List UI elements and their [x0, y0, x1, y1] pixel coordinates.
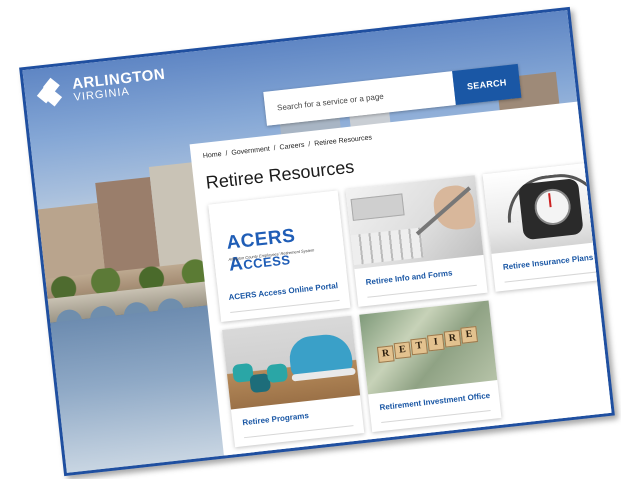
card-retiree-insurance-plans[interactable]: Retiree Insurance Plans	[482, 160, 615, 292]
search-button[interactable]: SEARCH	[452, 63, 522, 105]
hero-building	[95, 176, 160, 273]
paperwork-image	[345, 175, 484, 270]
hero-building	[37, 202, 106, 280]
breadcrumb-careers[interactable]: Careers	[279, 142, 305, 152]
card-divider	[504, 269, 614, 283]
breadcrumb-home[interactable]: Home	[203, 151, 222, 160]
acers-logo-title: ACERS Access	[225, 225, 297, 276]
scale-stethoscope-image	[482, 160, 615, 254]
page-title: Retiree Resources	[204, 156, 356, 193]
card-divider	[230, 299, 340, 313]
card-divider	[244, 425, 354, 439]
card-divider	[367, 284, 477, 298]
card-label: Retiree Info and Forms	[365, 268, 453, 287]
card-label: ACERS Access Online Portal	[228, 280, 339, 303]
scrabble-tile: E	[460, 326, 478, 344]
card-retiree-info-forms[interactable]: Retiree Info and Forms	[345, 175, 488, 307]
main-content: Home / Government / Careers / Retiree Resource…	[189, 100, 615, 463]
paper-lines	[350, 227, 424, 266]
card-label: Retiree Insurance Plans	[502, 252, 594, 272]
card-retirement-investment-office[interactable]: R E T I R E Retirement Investment Office	[359, 300, 502, 433]
scrabble-tile: T	[410, 337, 428, 356]
screenshot-frame: ARLINGTON VIRGINIA SEARCH Home/Governmen…	[19, 6, 615, 477]
keyboard-shape	[350, 193, 405, 221]
scrabble-tile: I	[426, 333, 445, 352]
card-divider	[381, 409, 491, 424]
scrabble-tile: E	[393, 341, 412, 360]
hand-shape	[431, 183, 477, 232]
dumbbells-sneaker-image	[222, 315, 361, 410]
scrabble-tile: R	[443, 329, 462, 348]
card-label: Retiree Programs	[241, 410, 310, 428]
card-retiree-programs[interactable]: Retiree Programs	[222, 315, 365, 448]
card-acers-access[interactable]: ACERS Access Arlington County Employees'…	[208, 190, 351, 322]
scrabble-tile: R	[376, 345, 395, 363]
dumbbell-shape	[266, 363, 289, 384]
breadcrumb-current: Retiree Resources	[313, 134, 373, 148]
arlington-logo-icon	[36, 77, 67, 107]
breadcrumb-government[interactable]: Government	[231, 146, 270, 157]
retire-tiles-money-image: R E T I R E	[359, 300, 498, 395]
card-label: Retirement Investment Office	[379, 390, 491, 413]
acers-logo-image: ACERS Access Arlington County Employees'…	[208, 190, 347, 285]
